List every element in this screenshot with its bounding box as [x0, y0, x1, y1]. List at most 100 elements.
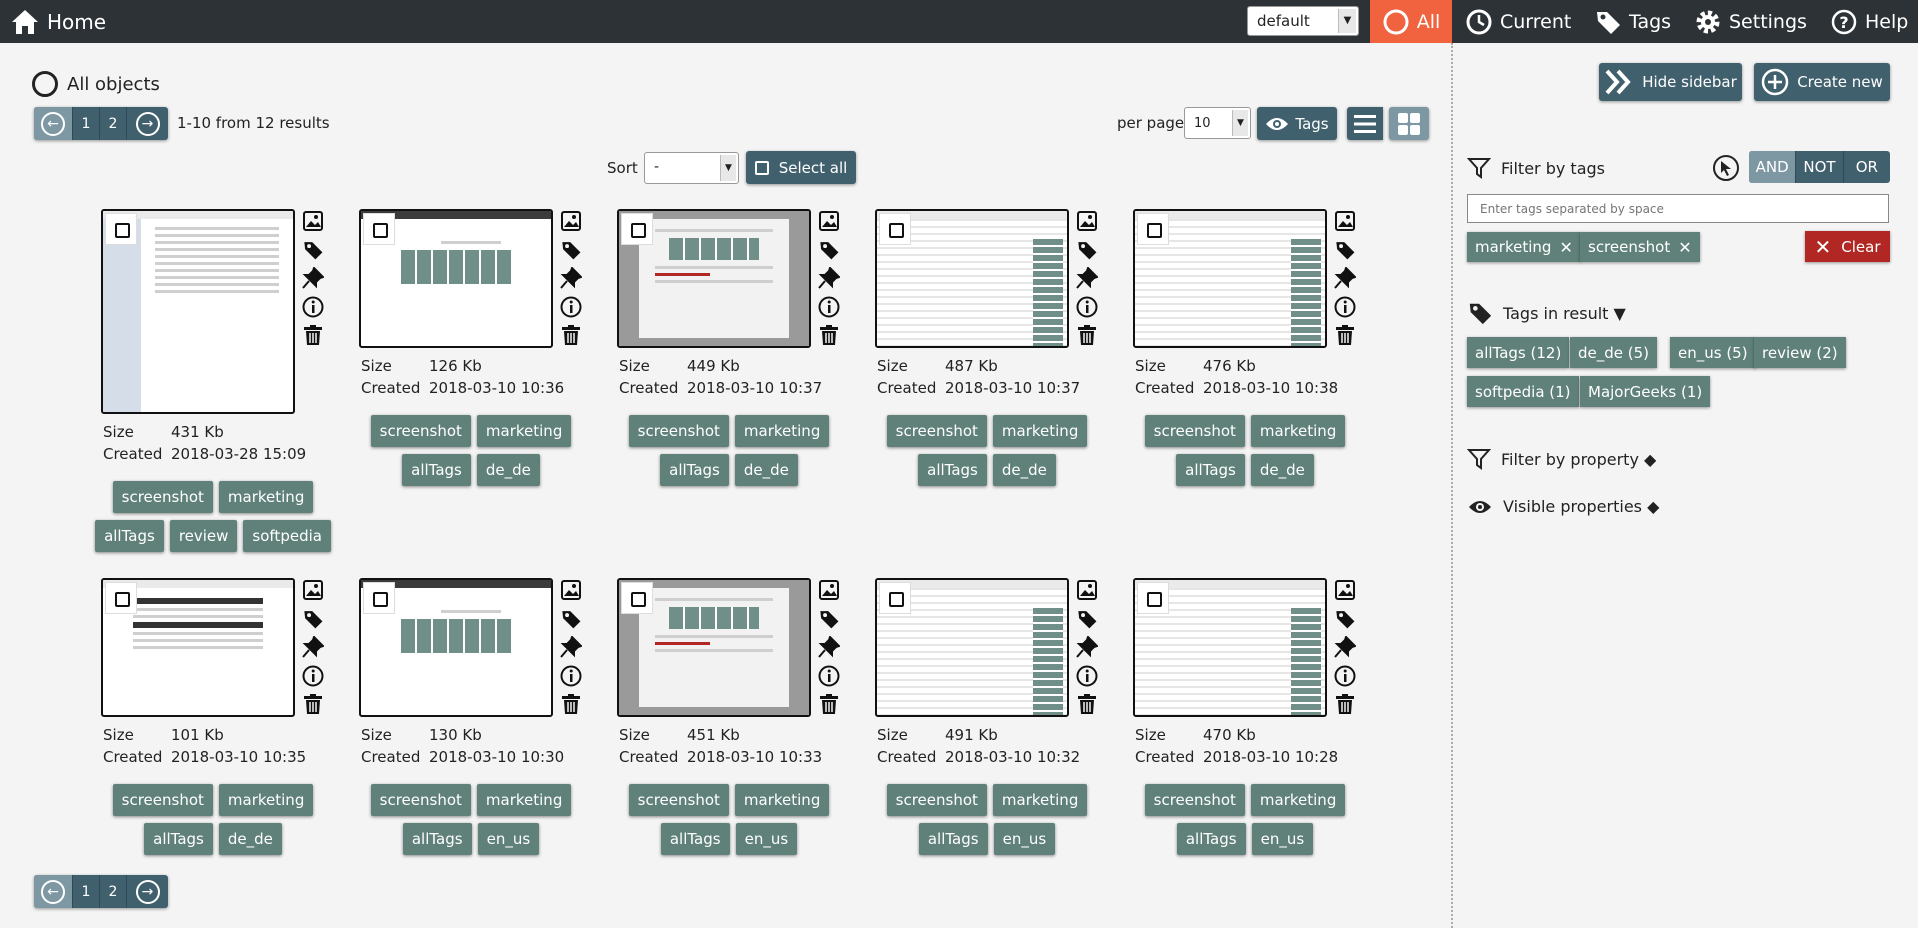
result-tag[interactable]: en_us (5)	[1670, 337, 1756, 368]
object-tag[interactable]: de_de	[992, 454, 1056, 486]
trash-icon[interactable]	[1075, 323, 1099, 347]
object-tag[interactable]: allTags	[918, 823, 988, 855]
result-tag[interactable]: allTags (12)	[1467, 337, 1570, 368]
next-page-button[interactable]: →	[126, 875, 168, 908]
object-checkbox[interactable]	[879, 582, 911, 614]
object-tag[interactable]: allTags	[402, 454, 471, 486]
object-checkbox[interactable]	[363, 582, 395, 614]
object-tag[interactable]: allTags	[1176, 454, 1245, 486]
close-icon[interactable]: ✕	[1678, 238, 1691, 257]
object-tag[interactable]: screenshot	[628, 415, 729, 447]
view-select[interactable]: default ▼	[1247, 6, 1359, 36]
object-tag[interactable]: screenshot	[112, 784, 213, 816]
object-thumbnail[interactable]	[101, 209, 295, 414]
trash-icon[interactable]	[1333, 692, 1357, 716]
page-2-button[interactable]: 2	[99, 875, 126, 908]
result-tag[interactable]: MajorGeeks (1)	[1580, 376, 1711, 407]
object-thumbnail[interactable]	[875, 578, 1069, 717]
pin-icon[interactable]	[1333, 266, 1357, 290]
clear-filters-button[interactable]: ✕ Clear	[1805, 231, 1890, 262]
result-tag[interactable]: de_de (5)	[1570, 337, 1658, 368]
object-thumbnail[interactable]	[1133, 209, 1327, 348]
trash-icon[interactable]	[559, 323, 583, 347]
object-checkbox[interactable]	[1137, 213, 1169, 245]
object-tag[interactable]: marketing	[218, 481, 314, 513]
edit-tags-icon[interactable]	[1075, 238, 1099, 262]
object-checkbox[interactable]	[1137, 582, 1169, 614]
info-icon[interactable]	[817, 295, 841, 319]
info-icon[interactable]	[1075, 664, 1099, 688]
object-tag[interactable]: allTags	[1176, 823, 1246, 855]
logic-or-button[interactable]: OR	[1842, 151, 1890, 183]
object-thumbnail[interactable]	[617, 578, 811, 717]
edit-tags-icon[interactable]	[1333, 238, 1357, 262]
object-thumbnail[interactable]	[359, 578, 553, 717]
object-checkbox[interactable]	[621, 582, 653, 614]
view-image-icon[interactable]	[1075, 578, 1099, 602]
logic-not-button[interactable]: NOT	[1795, 151, 1842, 183]
edit-tags-icon[interactable]	[1075, 607, 1099, 631]
info-icon[interactable]	[1333, 664, 1357, 688]
object-tag[interactable]: screenshot	[628, 784, 729, 816]
trash-icon[interactable]	[817, 323, 841, 347]
nav-tags[interactable]: Tags	[1594, 0, 1671, 43]
object-tag[interactable]: allTags	[660, 454, 729, 486]
pin-icon[interactable]	[559, 266, 583, 290]
edit-tags-icon[interactable]	[817, 238, 841, 262]
info-icon[interactable]	[1075, 295, 1099, 319]
trash-icon[interactable]	[817, 692, 841, 716]
trash-icon[interactable]	[1333, 323, 1357, 347]
object-checkbox[interactable]	[621, 213, 653, 245]
edit-tags-icon[interactable]	[301, 238, 325, 262]
edit-tags-icon[interactable]	[1333, 607, 1357, 631]
edit-tags-icon[interactable]	[817, 607, 841, 631]
result-tag[interactable]: review (2)	[1754, 337, 1846, 368]
object-tag[interactable]: marketing	[992, 784, 1088, 816]
all-objects-selector[interactable]: All objects	[32, 71, 160, 97]
nav-home[interactable]: Home	[10, 0, 106, 43]
prev-page-button[interactable]: ←	[34, 107, 72, 140]
object-tag[interactable]: allTags	[402, 823, 472, 855]
object-tag[interactable]: screenshot	[370, 784, 471, 816]
edit-tags-icon[interactable]	[559, 607, 583, 631]
trash-icon[interactable]	[301, 323, 325, 347]
view-image-icon[interactable]	[1333, 209, 1357, 233]
nav-current[interactable]: Current	[1465, 0, 1571, 43]
object-tag[interactable]: marketing	[992, 415, 1088, 447]
object-thumbnail[interactable]	[359, 209, 553, 348]
object-tag[interactable]: screenshot	[886, 415, 987, 447]
object-checkbox[interactable]	[105, 213, 137, 245]
object-tag[interactable]: allTags	[144, 823, 213, 855]
nav-all[interactable]: All	[1370, 0, 1452, 43]
object-thumbnail[interactable]	[617, 209, 811, 348]
object-tag[interactable]: screenshot	[112, 481, 213, 513]
result-tag[interactable]: softpedia (1)	[1467, 376, 1579, 407]
sort-select[interactable]: - ▼	[644, 152, 739, 184]
pin-icon[interactable]	[817, 266, 841, 290]
pin-icon[interactable]	[1333, 635, 1357, 659]
object-tag[interactable]: screenshot	[370, 415, 471, 447]
object-tag[interactable]: marketing	[476, 415, 572, 447]
view-image-icon[interactable]	[559, 578, 583, 602]
nav-help[interactable]: ? Help	[1830, 0, 1908, 43]
close-icon[interactable]: ✕	[1559, 238, 1572, 257]
info-icon[interactable]	[559, 295, 583, 319]
pin-icon[interactable]	[1075, 266, 1099, 290]
view-image-icon[interactable]	[559, 209, 583, 233]
active-filter-tag[interactable]: screenshot ✕	[1580, 232, 1700, 262]
edit-tags-icon[interactable]	[301, 607, 325, 631]
cursor-mode-icon[interactable]	[1713, 155, 1739, 181]
next-page-button[interactable]: →	[126, 107, 168, 140]
page-2-button[interactable]: 2	[99, 107, 126, 140]
pin-icon[interactable]	[559, 635, 583, 659]
page-1-button[interactable]: 1	[72, 107, 99, 140]
trash-icon[interactable]	[1075, 692, 1099, 716]
pin-icon[interactable]	[817, 635, 841, 659]
object-tag[interactable]: en_us	[477, 823, 540, 855]
list-view-button[interactable]	[1347, 107, 1383, 140]
visible-properties-heading[interactable]: Visible properties ◆	[1467, 497, 1659, 516]
trash-icon[interactable]	[301, 692, 325, 716]
object-tag[interactable]: allTags	[95, 520, 164, 552]
object-tag[interactable]: marketing	[734, 415, 830, 447]
pin-icon[interactable]	[1075, 635, 1099, 659]
